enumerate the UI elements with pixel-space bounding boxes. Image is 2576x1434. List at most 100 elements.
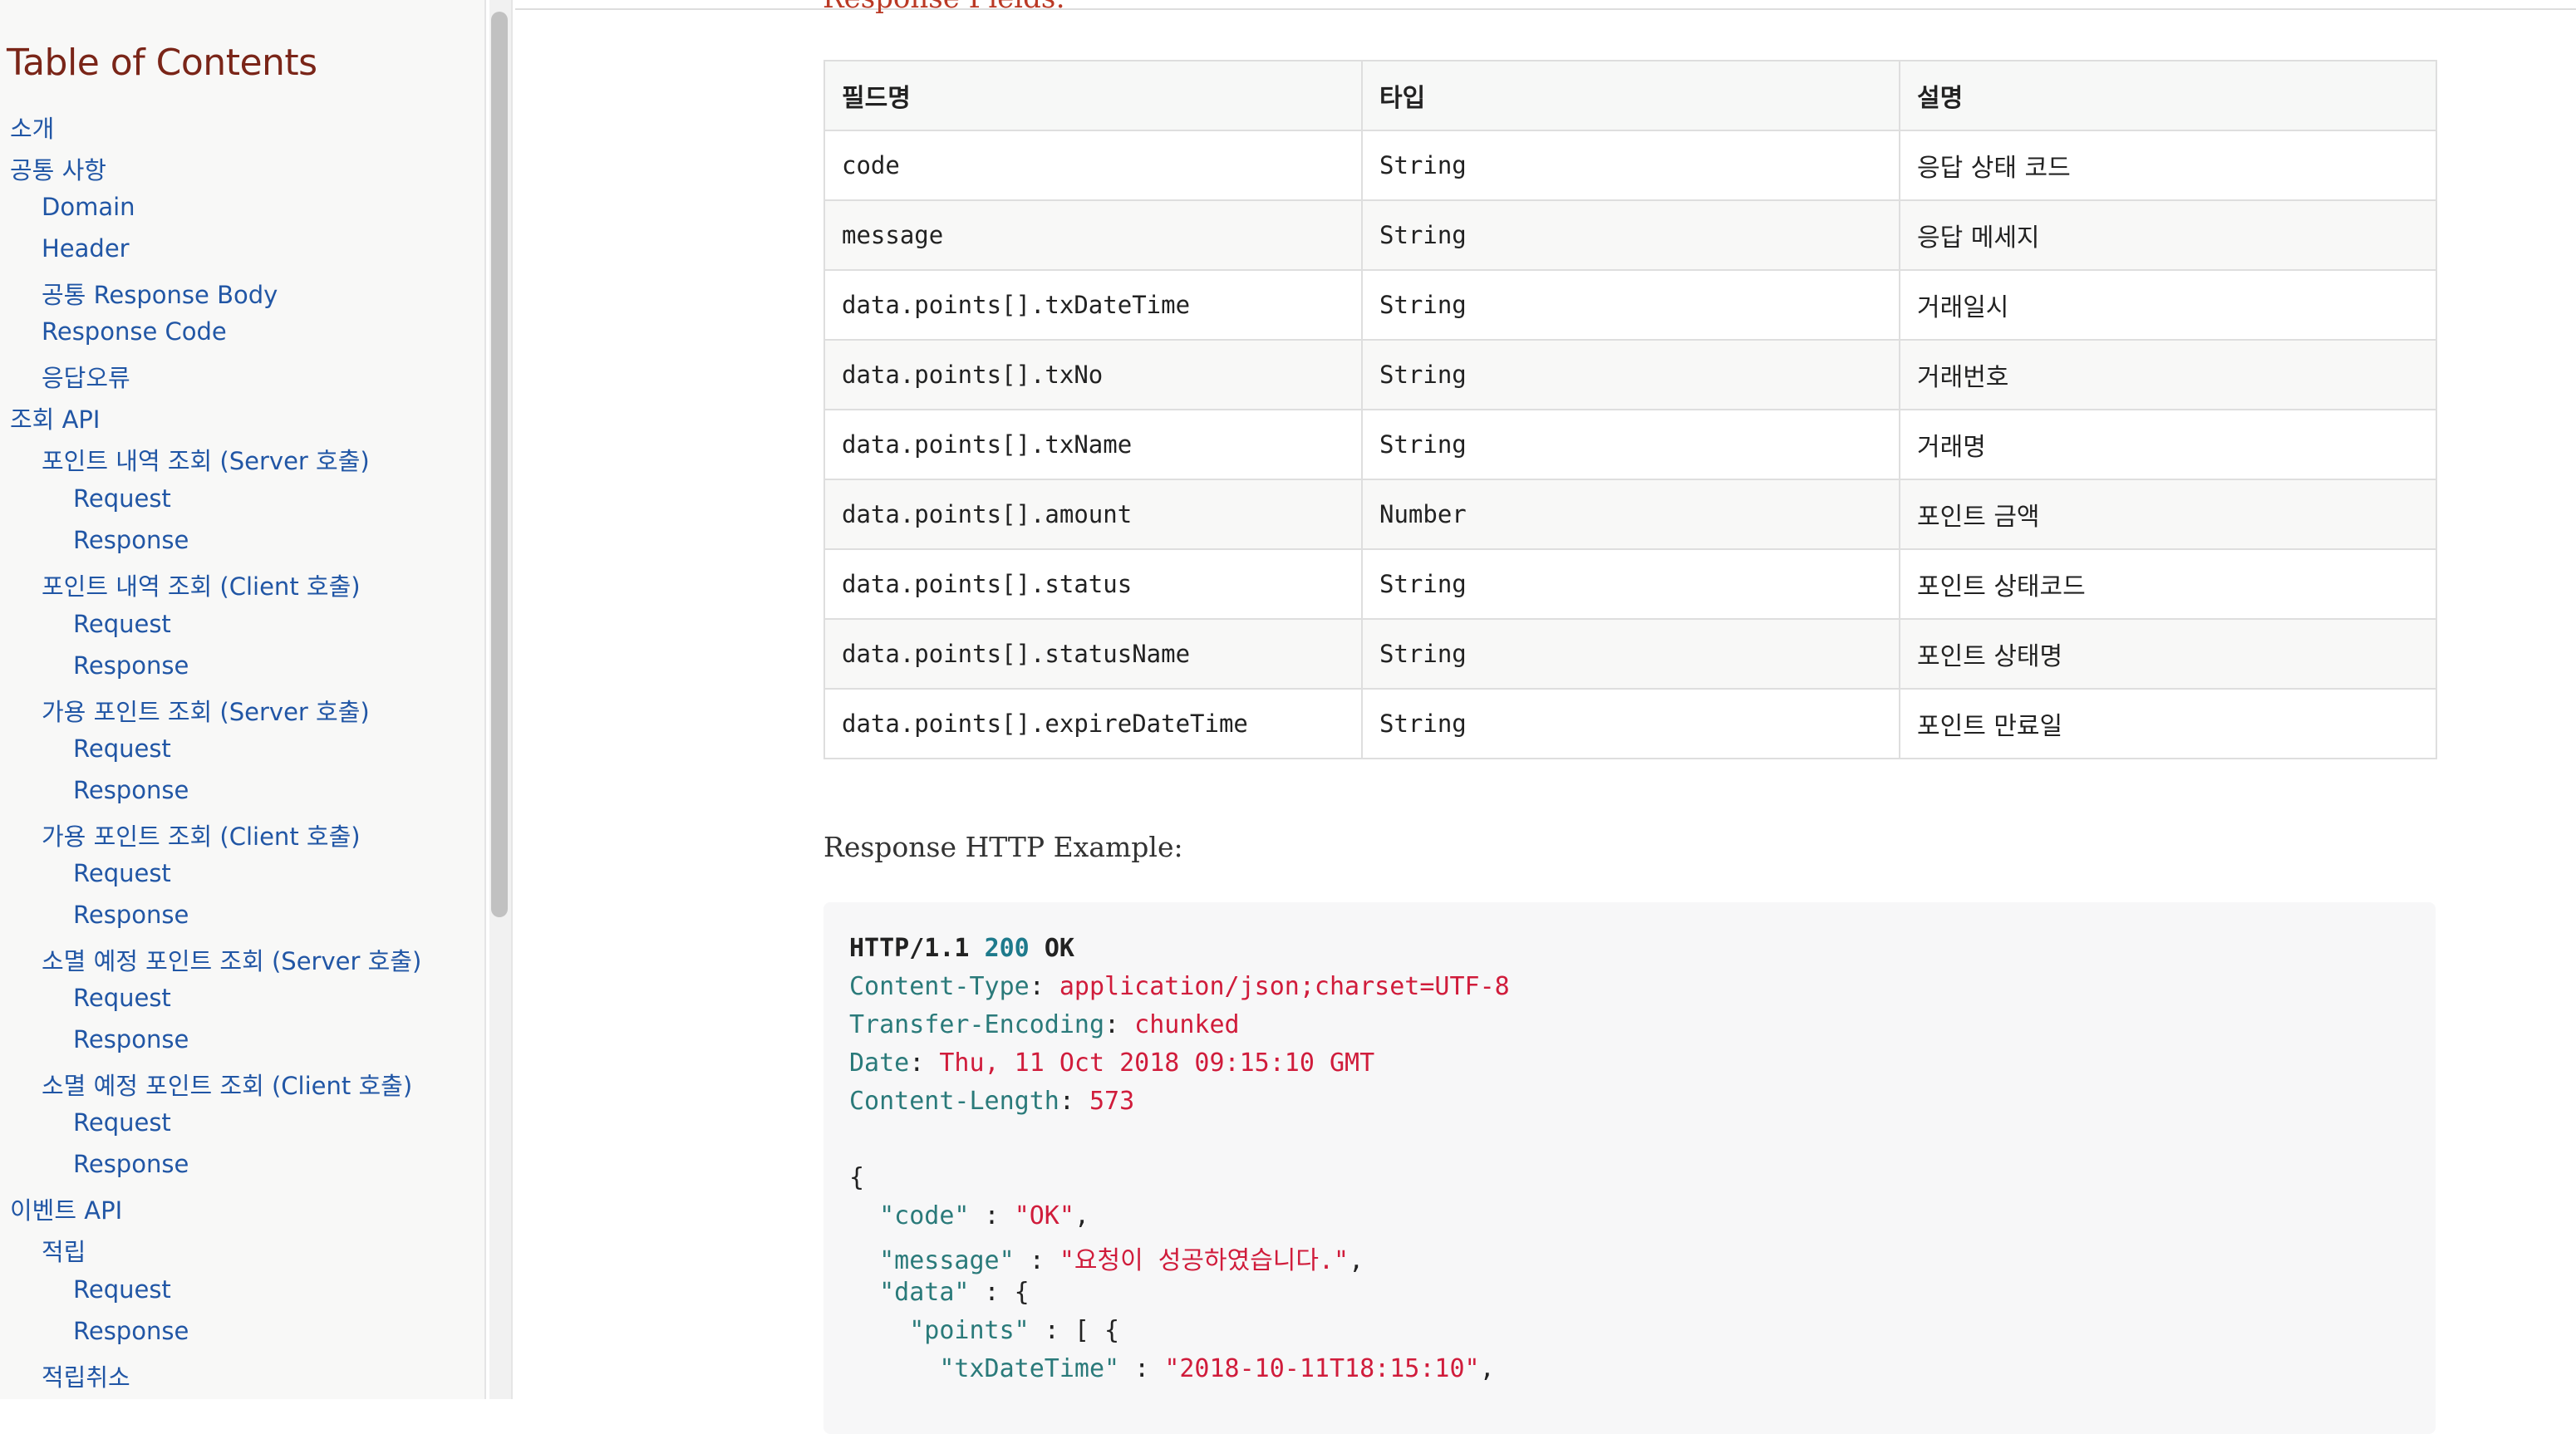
code-token: Content-Type xyxy=(849,972,1030,1001)
code-token: "data" xyxy=(879,1278,970,1307)
table-cell: Number xyxy=(1361,479,1900,550)
section-heading: Response Fields: xyxy=(823,0,1065,15)
table-row: data.points[].txNo String 거래번호 xyxy=(823,339,2437,410)
code-token: "요청이 성공하였습니다." xyxy=(1059,1246,1349,1275)
table-cell: String xyxy=(1361,199,1900,271)
code-header-line: Date: Thu, 11 Oct 2018 09:15:10 GMT xyxy=(849,1048,1375,1078)
toc-item[interactable]: 적립취소 xyxy=(42,1358,130,1393)
code-token: : [ { xyxy=(1029,1316,1120,1345)
toc-title: Table of Contents xyxy=(7,42,317,84)
code-token: Transfer-Encoding xyxy=(849,1010,1105,1039)
table-cell: String xyxy=(1361,409,1900,480)
column-header: 필드명 xyxy=(823,60,1363,131)
table-cell: data.points[].txNo xyxy=(823,339,1363,410)
toc-item[interactable]: 포인트 내역 조회 (Client 호출) xyxy=(42,567,361,602)
code-token: HTTP/1.1 xyxy=(849,934,970,963)
table-cell: String xyxy=(1361,548,1900,620)
code-body-line: "points" : [ { xyxy=(849,1316,1119,1345)
table-cell: data.points[].expireDateTime xyxy=(823,688,1363,759)
toc-item[interactable]: 이벤트 API xyxy=(10,1191,122,1226)
code-token: OK xyxy=(1044,934,1074,963)
table-cell: data.points[].txDateTime xyxy=(823,269,1363,341)
toc-item[interactable]: 포인트 내역 조회 (Server 호출) xyxy=(42,442,370,477)
toc-item[interactable]: Response xyxy=(73,651,189,680)
table-cell: 거래명 xyxy=(1899,409,2437,480)
toc-item[interactable]: Request xyxy=(73,1108,171,1137)
code-token: "message" xyxy=(879,1246,1015,1275)
table-cell: String xyxy=(1361,618,1900,690)
table-cell: String xyxy=(1361,339,1900,410)
column-header: 설명 xyxy=(1899,60,2437,131)
example-title: Response HTTP Example: xyxy=(823,831,1183,863)
code-token: "txDateTime" xyxy=(939,1354,1120,1383)
table-row: data.points[].txDateTime String 거래일시 xyxy=(823,269,2437,341)
toc-item[interactable]: Response xyxy=(73,1025,189,1053)
sidebar-scrollbar-thumb[interactable] xyxy=(491,12,508,917)
table-cell: 포인트 상태명 xyxy=(1899,618,2437,690)
code-token: "points" xyxy=(909,1316,1030,1345)
toc-item[interactable]: 조회 API xyxy=(10,400,100,435)
table-cell: 응답 상태 코드 xyxy=(1899,130,2437,201)
toc-item[interactable]: Request xyxy=(73,610,171,638)
table-cell: data.points[].amount xyxy=(823,479,1363,550)
code-status-line: HTTP/1.1 200 OK xyxy=(849,934,1074,963)
code-token: application/json;charset=UTF-8 xyxy=(1059,972,1510,1001)
column-header: 타입 xyxy=(1361,60,1900,131)
toc-item[interactable]: Response Code xyxy=(42,317,227,346)
toc-item[interactable]: 공통 Response Body xyxy=(42,276,278,311)
toc-item[interactable]: Request xyxy=(73,1275,171,1304)
toc-item[interactable]: 가용 포인트 조회 (Client 호출) xyxy=(42,818,361,852)
code-header-line: Transfer-Encoding: chunked xyxy=(849,1010,1240,1039)
toc-sidebar: Table of Contents 소개 공통 사항 Domain Header… xyxy=(0,0,486,1399)
toc-item[interactable]: Request xyxy=(73,734,171,763)
toc-item[interactable]: 소멸 예정 포인트 조회 (Server 호출) xyxy=(42,942,421,977)
table-row: data.points[].amount Number 포인트 금액 xyxy=(823,479,2437,550)
table-cell: data.points[].statusName xyxy=(823,618,1363,690)
code-body-line: "txDateTime" : "2018-10-11T18:15:10", xyxy=(939,1354,1495,1383)
table-cell: String xyxy=(1361,688,1900,759)
toc-item[interactable]: Response xyxy=(73,1317,189,1345)
code-token: "code" xyxy=(879,1201,970,1230)
toc-item[interactable]: Request xyxy=(73,484,171,513)
table-row: data.points[].txName String 거래명 xyxy=(823,409,2437,480)
code-body-line: "message" : "요청이 성공하였습니다.", xyxy=(879,1246,1364,1275)
toc-item[interactable]: 가용 포인트 조회 (Server 호출) xyxy=(42,693,370,728)
code-token: Date xyxy=(849,1048,910,1078)
code-token: 573 xyxy=(1089,1087,1135,1116)
toc-item[interactable]: 응답오류 xyxy=(42,359,130,394)
toc-item[interactable]: 공통 사항 xyxy=(10,151,106,186)
code-token: 200 xyxy=(984,934,1030,963)
toc-item[interactable]: 소멸 예정 포인트 조회 (Client 호출) xyxy=(42,1067,412,1102)
toc-item[interactable]: Response xyxy=(73,1150,189,1178)
table-cell: 거래일시 xyxy=(1899,269,2437,341)
toc-item[interactable]: Domain xyxy=(42,193,135,221)
toc-item[interactable]: Response xyxy=(73,776,189,804)
table-row: data.points[].statusName String 포인트 상태명 xyxy=(823,618,2437,690)
code-token: Thu, 11 Oct 2018 09:15:10 GMT xyxy=(939,1048,1375,1078)
toc-item[interactable]: Request xyxy=(73,859,171,887)
table-cell: 포인트 금액 xyxy=(1899,479,2437,550)
table-cell: String xyxy=(1361,269,1900,341)
toc-item[interactable]: Header xyxy=(42,234,130,263)
toc-item[interactable]: Response xyxy=(73,526,189,554)
table-row: message String 응답 메세지 xyxy=(823,199,2437,271)
table-row: data.points[].status String 포인트 상태코드 xyxy=(823,548,2437,620)
table-cell: 거래번호 xyxy=(1899,339,2437,410)
code-body-line: { xyxy=(849,1163,865,1192)
code-token: "OK" xyxy=(1014,1201,1074,1230)
toc-item[interactable]: Request xyxy=(73,984,171,1012)
table-cell: 포인트 만료일 xyxy=(1899,688,2437,759)
table-header-row: 필드명 타입 설명 xyxy=(823,60,2437,131)
toc-item[interactable]: Response xyxy=(73,901,189,929)
table-cell: code xyxy=(823,130,1363,201)
table-cell: 응답 메세지 xyxy=(1899,199,2437,271)
code-token: "2018-10-11T18:15:10" xyxy=(1164,1354,1480,1383)
toc-item[interactable]: 소개 xyxy=(10,110,54,145)
toc-item[interactable]: 적립 xyxy=(42,1233,86,1268)
table-cell: String xyxy=(1361,130,1900,201)
code-body-line: "data" : { xyxy=(849,1278,1030,1307)
code-token: chunked xyxy=(1134,1010,1240,1039)
table-row: code String 응답 상태 코드 xyxy=(823,130,2437,201)
response-fields-table: 필드명 타입 설명 code String 응답 상태 코드 message S… xyxy=(823,60,2437,759)
table-cell: data.points[].status xyxy=(823,548,1363,620)
